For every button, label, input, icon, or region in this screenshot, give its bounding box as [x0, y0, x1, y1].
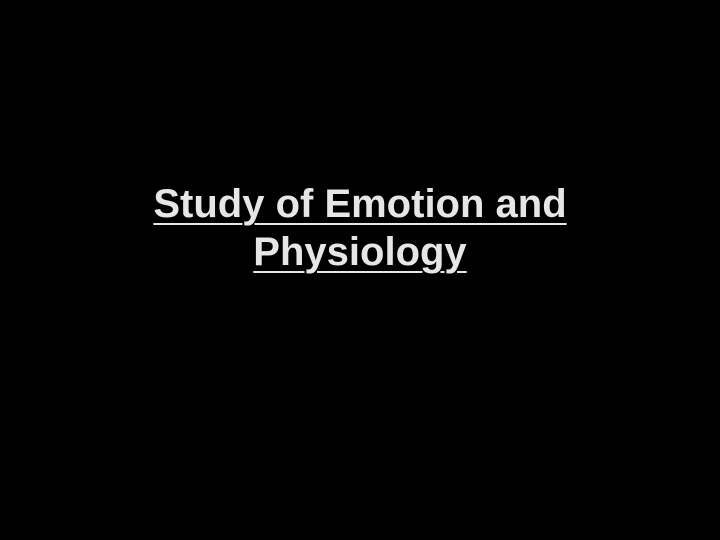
slide-title-line-2: Physiology [0, 228, 720, 276]
slide-title-text-1: Study of Emotion and [153, 182, 567, 226]
slide: Study of Emotion and Physiology [0, 0, 720, 540]
slide-title: Study of Emotion and Physiology [0, 180, 720, 276]
slide-title-text-2: Physiology [253, 230, 467, 274]
slide-title-line-1: Study of Emotion and [0, 180, 720, 228]
